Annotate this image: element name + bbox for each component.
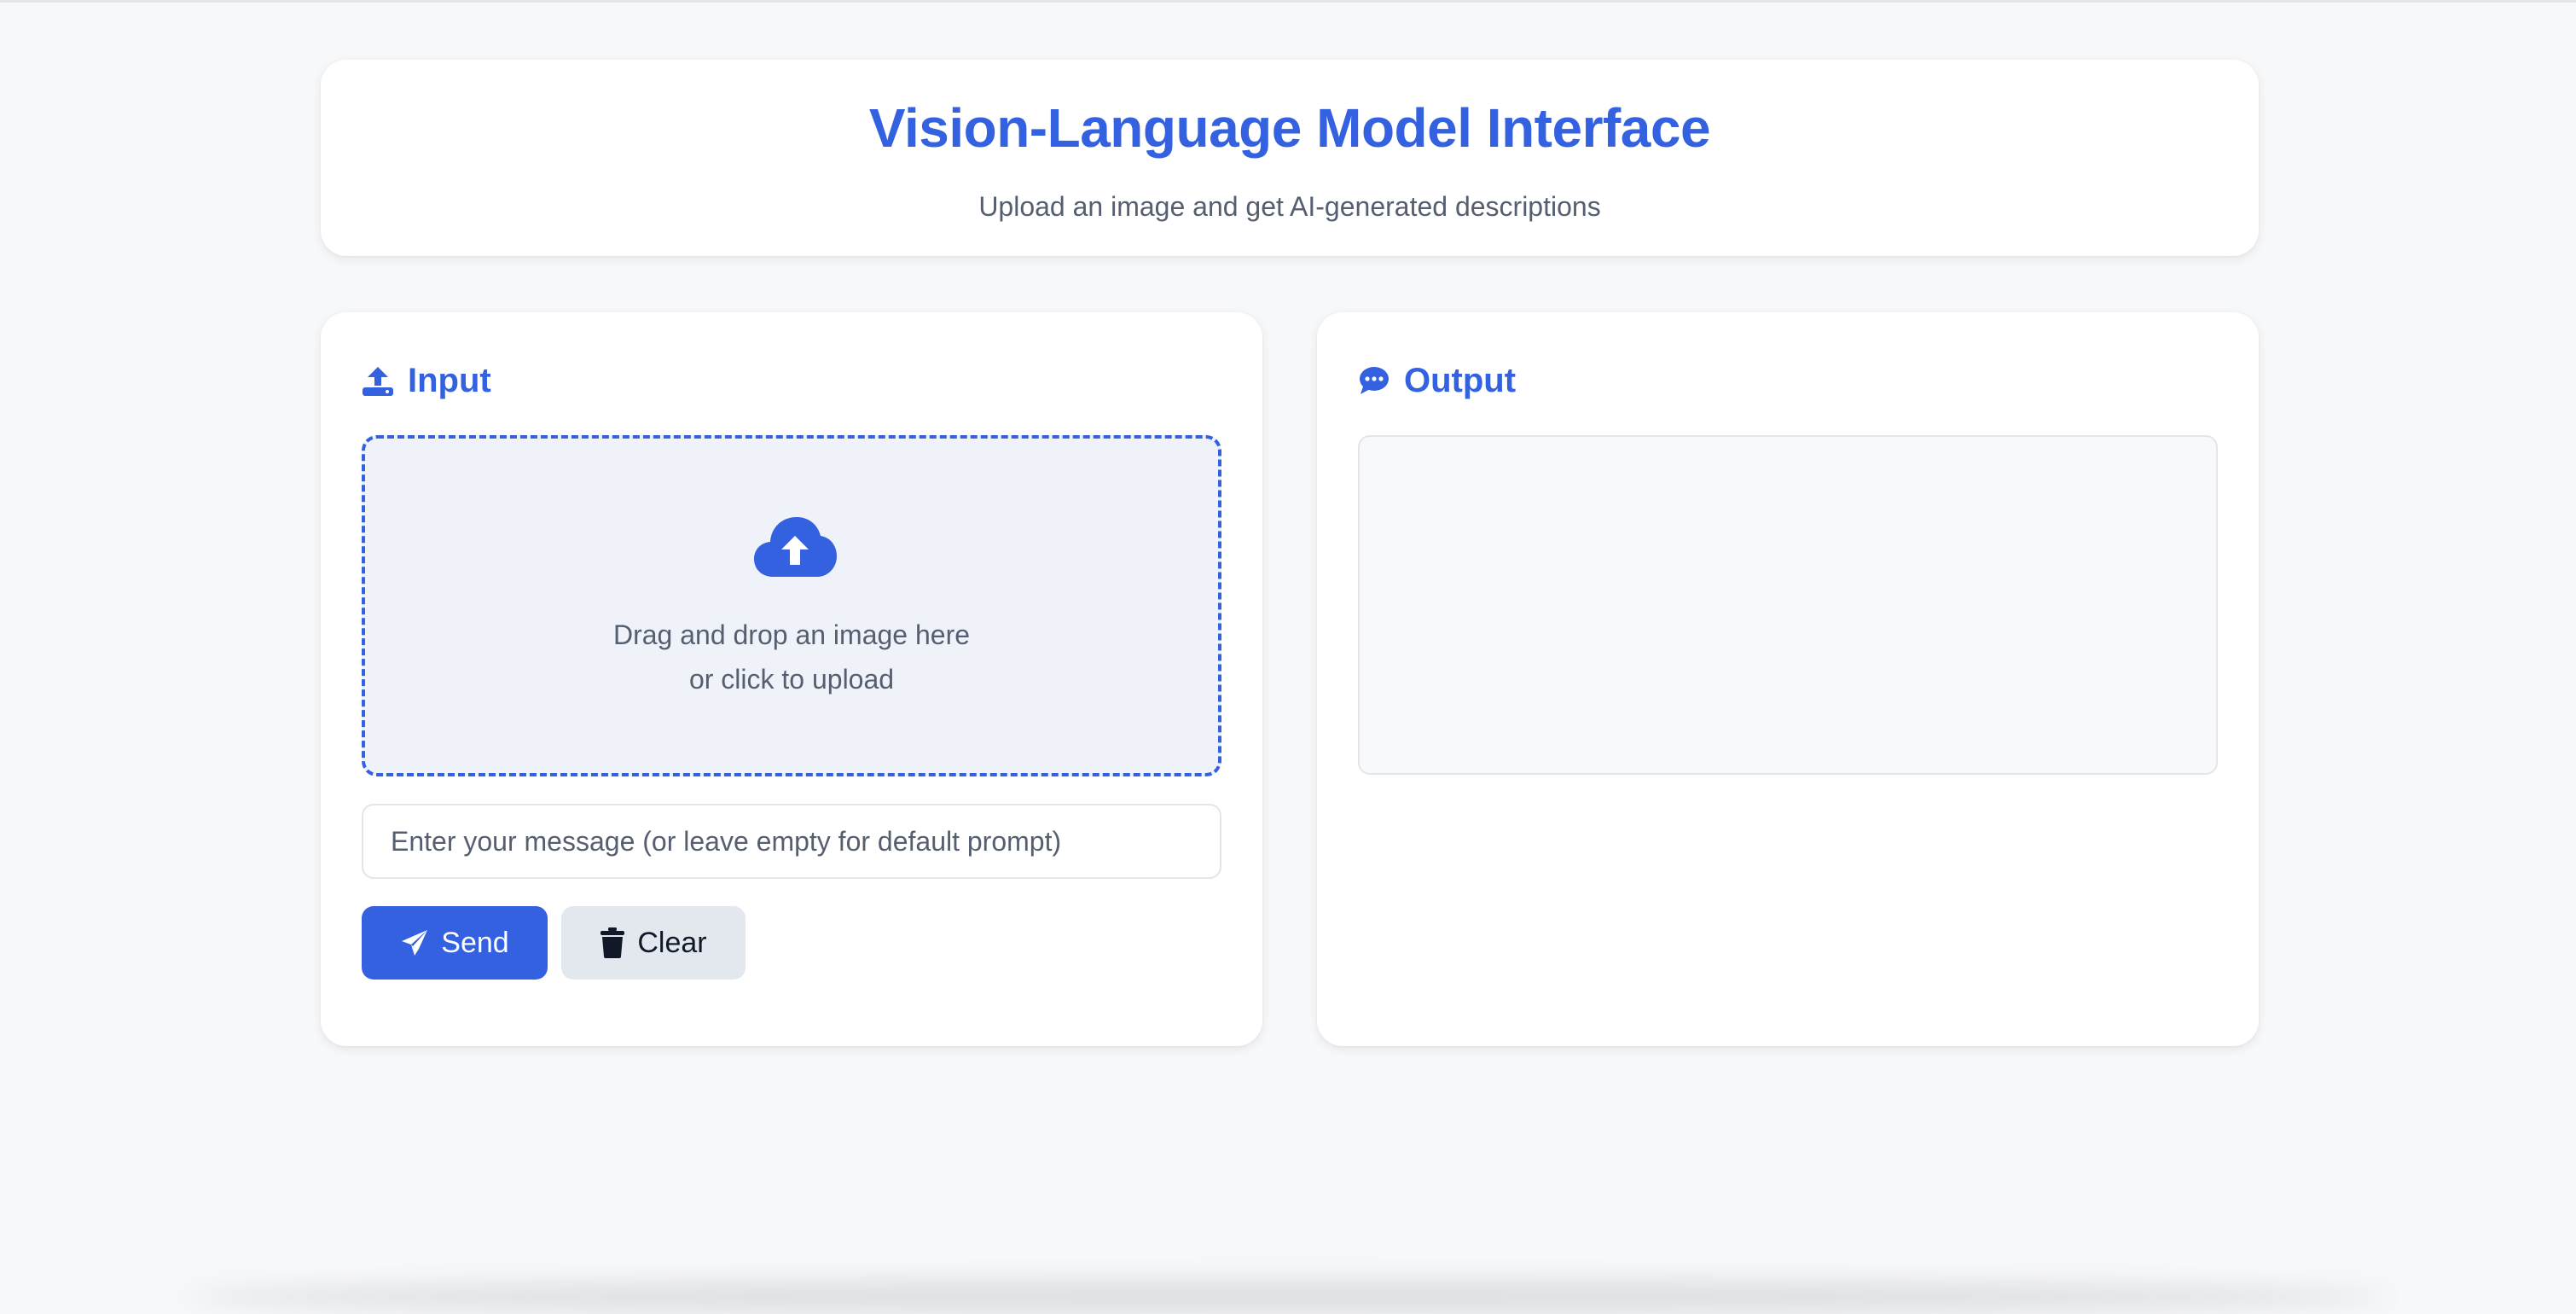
page-title: Vision-Language Model Interface [868, 97, 1711, 159]
output-display [1358, 435, 2218, 775]
dropzone-primary-text: Drag and drop an image here [612, 619, 971, 650]
send-button-label: Send [441, 926, 509, 959]
send-button[interactable]: Send [362, 906, 548, 980]
window-top-border [0, 0, 2576, 3]
clear-button[interactable]: Clear [561, 906, 746, 980]
cloud-upload-icon [752, 515, 838, 579]
upload-icon [362, 364, 394, 397]
paper-plane-icon [400, 928, 429, 957]
input-heading-label: Input [408, 361, 491, 399]
chat-bubble-icon [1358, 364, 1390, 397]
dropzone-secondary-text: or click to upload [688, 664, 895, 695]
clear-button-label: Clear [637, 926, 707, 959]
output-heading: Output [1358, 355, 1516, 406]
page-subtitle: Upload an image and get AI-generated des… [978, 191, 1601, 222]
input-heading: Input [362, 355, 491, 406]
output-heading-label: Output [1404, 361, 1517, 399]
message-input[interactable] [362, 804, 1221, 879]
bottom-window-shadow [188, 1280, 2388, 1314]
image-dropzone[interactable]: Drag and drop an image here or click to … [362, 435, 1221, 776]
header-card: Vision-Language Model Interface Upload a… [321, 60, 2259, 256]
trash-icon [600, 927, 625, 958]
